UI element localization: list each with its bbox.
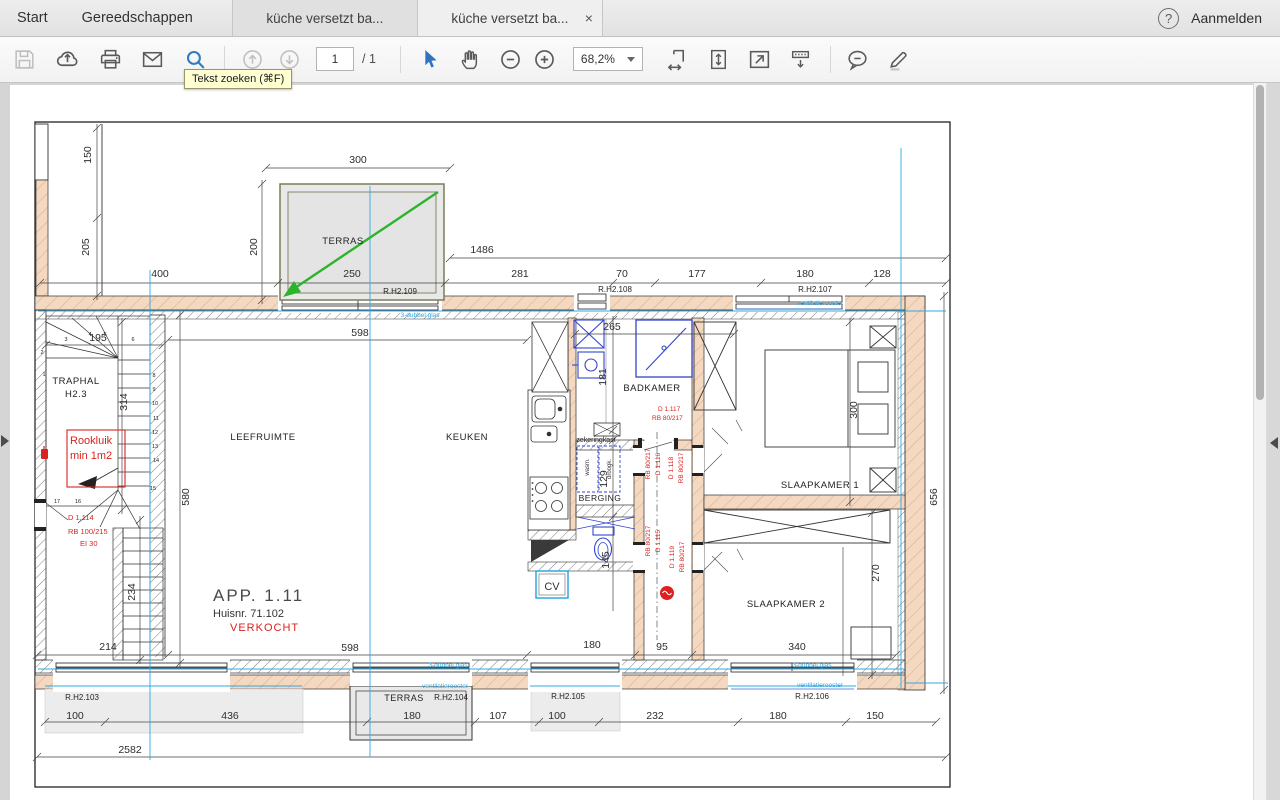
hand-tool-button[interactable]	[456, 43, 486, 75]
scroll-mode-button[interactable]	[786, 43, 816, 75]
share-button[interactable]	[52, 43, 82, 75]
doc-tab-2-label: küche versetzt ba...	[451, 11, 568, 26]
toolbar: / 1 68,2% Tekst zoeken (⌘F)	[0, 36, 1280, 83]
collapse-right-panel-icon[interactable]	[1270, 437, 1278, 449]
fullscreen-button[interactable]	[745, 43, 775, 75]
tab-bar: Start Gereedschappen küche versetzt ba..…	[0, 0, 1280, 37]
help-icon[interactable]: ?	[1158, 8, 1179, 29]
zoom-out-icon	[498, 47, 523, 72]
tabbar-spacer	[603, 0, 1158, 36]
select-tool-button[interactable]	[415, 43, 445, 75]
fit-width-button[interactable]	[663, 43, 693, 75]
tab-tools[interactable]: Gereedschappen	[65, 0, 210, 36]
page-up-icon	[240, 47, 265, 72]
collapse-left-panel-icon[interactable]	[1, 435, 9, 447]
comment-button[interactable]	[843, 43, 873, 75]
toolbar-separator	[830, 46, 831, 73]
search-tooltip: Tekst zoeken (⌘F)	[184, 69, 292, 89]
search-icon	[183, 47, 208, 72]
pdf-page	[10, 85, 1253, 800]
vertical-scrollbar[interactable]	[1253, 83, 1267, 800]
doc-tab-1-label: küche versetzt ba...	[266, 11, 383, 26]
highlighter-button[interactable]	[884, 43, 914, 75]
toolbar-separator	[400, 46, 401, 73]
signin-button[interactable]: Aanmelden	[1191, 10, 1280, 26]
scroll-mode-icon	[788, 47, 813, 72]
doc-tab-2[interactable]: küche versetzt ba... ×	[417, 0, 603, 36]
save-icon	[12, 47, 37, 72]
fullscreen-icon	[747, 47, 772, 72]
caret-down-icon	[627, 57, 635, 62]
page-total-label: / 1	[362, 52, 376, 66]
cursor-icon	[417, 47, 442, 72]
fit-page-button[interactable]	[704, 43, 734, 75]
highlighter-icon	[886, 47, 911, 72]
fit-width-icon	[665, 47, 690, 72]
save-button[interactable]	[9, 43, 39, 75]
zoom-level-dropdown[interactable]: 68,2%	[573, 47, 643, 71]
share-icon	[55, 47, 80, 72]
zoom-in-icon	[532, 47, 557, 72]
doc-tab-1[interactable]: küche versetzt ba...	[232, 0, 417, 36]
email-button[interactable]	[137, 43, 167, 75]
hand-icon	[458, 47, 483, 72]
right-panel-strip	[1267, 83, 1280, 800]
print-button[interactable]	[95, 43, 125, 75]
zoom-level-value: 68,2%	[581, 52, 615, 66]
page-down-icon	[277, 47, 302, 72]
document-viewport: 150 205 400 195 300 200 250 1486 281 70 …	[0, 83, 1280, 800]
email-icon	[140, 47, 165, 72]
zoom-out-button[interactable]	[496, 43, 526, 75]
page-number-input[interactable]	[316, 47, 354, 71]
close-icon[interactable]: ×	[585, 11, 593, 25]
scrollbar-thumb[interactable]	[1256, 85, 1264, 400]
comment-icon	[845, 47, 870, 72]
fit-page-icon	[706, 47, 731, 72]
zoom-in-button[interactable]	[530, 43, 560, 75]
print-icon	[98, 47, 123, 72]
tab-start[interactable]: Start	[0, 0, 65, 36]
